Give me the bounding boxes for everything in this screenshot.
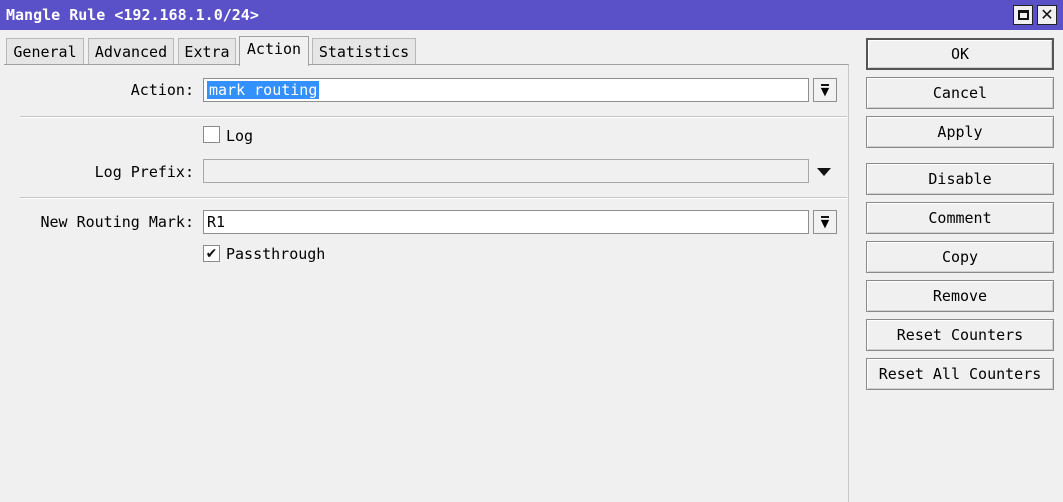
passthrough-checkbox-label: Passthrough: [226, 245, 326, 263]
tab-advanced[interactable]: Advanced: [88, 38, 174, 65]
divider: [20, 116, 847, 118]
apply-button[interactable]: Apply: [866, 116, 1054, 148]
passthrough-checkbox[interactable]: ✔: [203, 245, 220, 262]
log-prefix-label: Log Prefix:: [94, 163, 194, 181]
maximize-button[interactable]: [1013, 5, 1033, 25]
action-value: mark routing: [207, 81, 320, 99]
window-titlebar[interactable]: Mangle Rule <192.168.1.0/24> ✕: [0, 0, 1063, 30]
tab-extra[interactable]: Extra: [178, 38, 236, 65]
log-prefix-input[interactable]: [203, 159, 809, 183]
window-title: Mangle Rule <192.168.1.0/24>: [6, 6, 259, 24]
reset-all-counters-button[interactable]: Reset All Counters: [866, 358, 1054, 390]
dropdown-arrow-icon: ▼: [820, 83, 830, 98]
action-label: Action:: [130, 81, 194, 99]
cancel-button[interactable]: Cancel: [866, 77, 1054, 109]
tab-statistics[interactable]: Statistics: [312, 38, 416, 65]
ok-button[interactable]: OK: [866, 38, 1054, 70]
action-tab-panel: Action: mark routing ▼ Log Log Prefix: N…: [4, 64, 849, 502]
copy-button[interactable]: Copy: [866, 241, 1054, 273]
divider: [20, 197, 847, 199]
reset-counters-button[interactable]: Reset Counters: [866, 319, 1054, 351]
log-checkbox[interactable]: [203, 126, 220, 143]
disable-button[interactable]: Disable: [866, 163, 1054, 195]
close-button[interactable]: ✕: [1037, 5, 1057, 25]
maximize-icon: [1017, 10, 1029, 20]
checkmark-icon: ✔: [205, 245, 218, 262]
remove-button[interactable]: Remove: [866, 280, 1054, 312]
new-routing-mark-input[interactable]: R1: [203, 210, 809, 234]
new-routing-mark-label: New Routing Mark:: [40, 213, 194, 231]
action-buttons-panel: OK Cancel Apply Disable Comment Copy Rem…: [850, 30, 1063, 502]
action-select[interactable]: mark routing: [203, 78, 809, 102]
action-dropdown-button[interactable]: ▼: [813, 78, 837, 102]
log-checkbox-label: Log: [226, 127, 254, 145]
log-prefix-expand-icon[interactable]: [817, 168, 831, 176]
routing-mark-dropdown-button[interactable]: ▼: [813, 210, 837, 234]
tab-action[interactable]: Action: [239, 36, 309, 66]
comment-button[interactable]: Comment: [866, 202, 1054, 234]
tab-general[interactable]: General: [6, 38, 84, 65]
close-icon: ✕: [1040, 5, 1054, 24]
dropdown-arrow-icon: ▼: [820, 215, 830, 230]
